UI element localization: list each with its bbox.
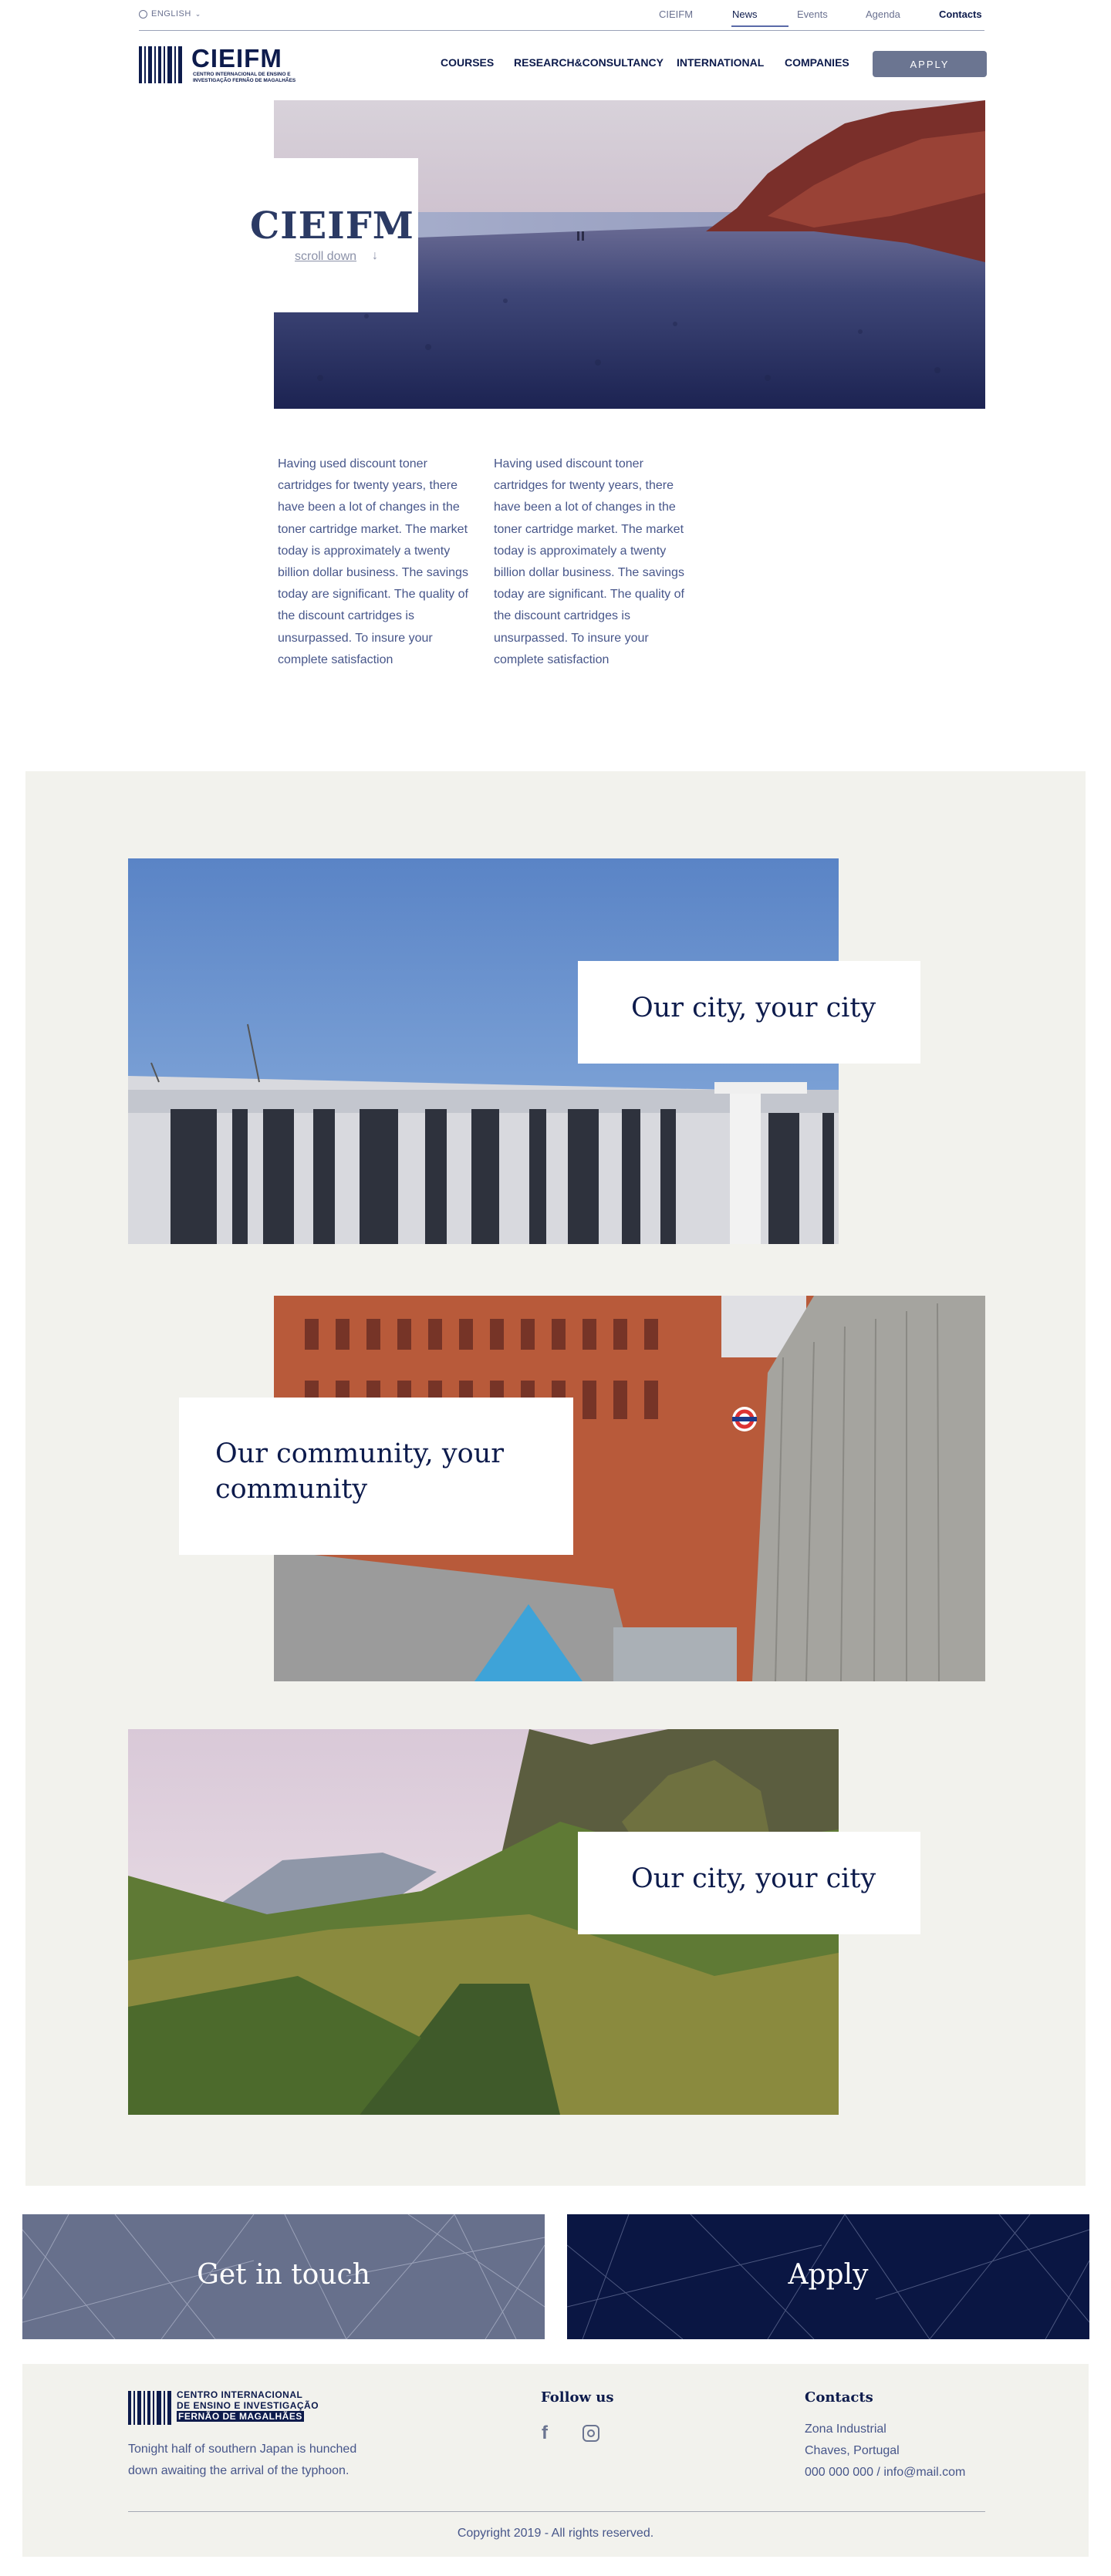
footer-tagline: Tonight half of southern Japan is hunche…: [128, 2443, 357, 2477]
intro-text-right: Having used discount toner cartridges fo…: [494, 457, 684, 666]
get-in-touch-banner[interactable]: Get in touch: [22, 2214, 545, 2339]
footer-logo-barcode-icon: [128, 2391, 171, 2425]
scroll-down-link[interactable]: scroll down: [295, 250, 356, 264]
logo-wordmark[interactable]: CIEIFM: [191, 44, 282, 73]
nav-international[interactable]: INTERNATIONAL: [677, 56, 764, 69]
apply-label: Apply: [788, 2259, 869, 2291]
logo-subtitle: CENTRO INTERNACIONAL DE ENSINO E INVESTI…: [193, 72, 296, 83]
util-link-events[interactable]: Events: [797, 8, 828, 20]
util-link-agenda[interactable]: Agenda: [866, 8, 900, 20]
chevron-down-icon: ⌄: [194, 9, 201, 18]
footer-divider: [128, 2511, 985, 2512]
arrow-down-icon[interactable]: ↓: [372, 249, 378, 263]
follow-us-heading: Follow us: [541, 2389, 614, 2406]
footer-logo-line-3: FERNÃO DE MAGALHÃES: [177, 2411, 304, 2422]
instagram-icon[interactable]: [583, 2425, 599, 2442]
active-link-underline: [731, 25, 789, 27]
apply-button[interactable]: APPLY: [873, 51, 987, 77]
util-link-news[interactable]: News: [732, 8, 758, 20]
language-selector[interactable]: ENGLISH ⌄: [139, 9, 201, 19]
footer-logo-text: CENTRO INTERNACIONAL DE ENSINO E INVESTI…: [177, 2389, 319, 2422]
nav-courses[interactable]: COURSES: [441, 56, 494, 69]
globe-icon: [139, 9, 147, 19]
util-link-cieifm[interactable]: CIEIFM: [659, 8, 693, 20]
footer-logo-line-2: DE ENSINO E INVESTIGAÇÃO: [177, 2400, 319, 2411]
get-in-touch-label: Get in touch: [197, 2259, 370, 2291]
section-title-2: Our community, your community: [215, 1438, 504, 1505]
section-title-1: Our city, your city: [631, 993, 876, 1023]
section-title-3: Our city, your city: [631, 1863, 876, 1894]
intro-text-left: Having used discount toner cartridges fo…: [278, 457, 468, 666]
facebook-icon[interactable]: f: [542, 2423, 552, 2443]
logo-barcode-icon: [139, 46, 182, 83]
contact-city: Chaves, Portugal: [805, 2444, 900, 2457]
topbar-divider: [139, 30, 984, 31]
copyright: Copyright 2019 - All rights reserved.: [457, 2527, 654, 2540]
apply-banner[interactable]: Apply: [567, 2214, 1089, 2339]
language-label: ENGLISH: [151, 9, 191, 19]
contact-phone-email[interactable]: 000 000 000 / info@mail.com: [805, 2462, 965, 2483]
contacts-list: Zona Industrial Chaves, Portugal 000 000…: [805, 2419, 965, 2483]
contacts-heading: Contacts: [805, 2389, 873, 2406]
footer-logo-line-1: CENTRO INTERNACIONAL: [177, 2389, 303, 2400]
util-link-contacts[interactable]: Contacts: [939, 8, 982, 20]
contact-address: Zona Industrial: [805, 2423, 886, 2436]
nav-research-consultancy[interactable]: RESEARCH&CONSULTANCY: [514, 56, 664, 69]
nav-companies[interactable]: COMPANIES: [785, 56, 849, 69]
hero-title: CIEIFM: [250, 204, 414, 248]
